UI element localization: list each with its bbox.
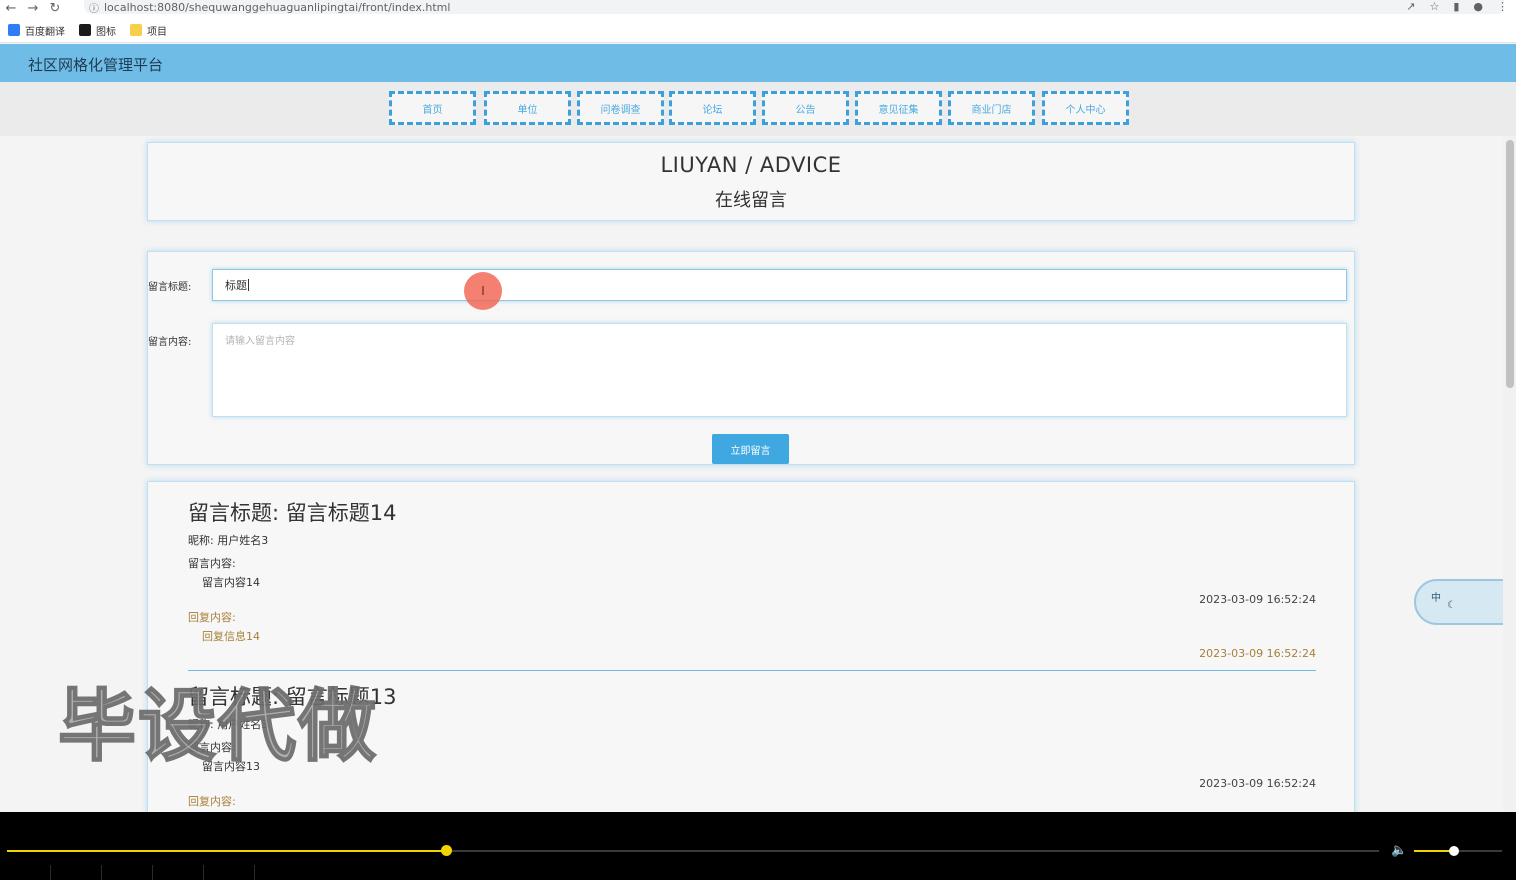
title-input[interactable]: 标题: [212, 269, 1347, 301]
reply-label: 回复内容:: [188, 611, 236, 624]
folder-icon: [130, 24, 142, 36]
volume-slider[interactable]: [1414, 846, 1502, 856]
scroll-thumb[interactable]: [1506, 140, 1514, 388]
menu-icon[interactable]: ⋮: [1497, 0, 1508, 13]
reply-date: 2023-03-09 16:52:24: [1199, 647, 1316, 660]
main-nav: 首页 单位 问卷调查 论坛 公告 意见征集 商业门店 个人中心: [0, 82, 1516, 136]
seek-bar[interactable]: [7, 845, 1379, 856]
seek-handle[interactable]: [441, 845, 453, 856]
cursor-highlight: I: [464, 272, 502, 310]
submit-button[interactable]: 立即留言: [712, 434, 789, 464]
nav-home[interactable]: 首页: [389, 91, 476, 125]
player-control[interactable]: [204, 865, 255, 880]
title-input-value: 标题: [225, 279, 247, 292]
volume-handle[interactable]: [1448, 846, 1459, 856]
player-control[interactable]: [51, 865, 102, 880]
content-label: 留言内容:: [148, 337, 192, 348]
nav-survey[interactable]: 问卷调查: [577, 91, 664, 125]
site-header: 社区网格化管理平台: [0, 44, 1516, 82]
page-scrollbar[interactable]: [1503, 136, 1516, 812]
video-player-bar: 🔈: [0, 812, 1516, 880]
volume-level: [1414, 850, 1454, 852]
info-icon[interactable]: ⓘ: [84, 0, 104, 15]
translate-icon: [8, 24, 20, 36]
page-title-en: LIUYAN / ADVICE: [660, 153, 842, 177]
page-title-cn: 在线留言: [715, 190, 787, 211]
seek-progress: [7, 850, 447, 852]
message-date: 2023-03-09 16:52:24: [1199, 593, 1316, 606]
message-date: 2023-03-09 16:52:24: [1199, 777, 1316, 790]
nav-unit[interactable]: 单位: [484, 91, 571, 125]
bookmark-label: 项目: [147, 26, 167, 38]
message-content: 留言内容14: [202, 576, 260, 589]
player-control[interactable]: [102, 865, 153, 880]
sidepanel-icon[interactable]: ▮: [1453, 0, 1459, 13]
nav-forum[interactable]: 论坛: [669, 91, 756, 125]
ime-widget[interactable]: 中 ☾: [1414, 579, 1516, 625]
ime-mode-label: 中: [1431, 593, 1441, 604]
nav-opinion[interactable]: 意见征集: [855, 91, 942, 125]
message-title: 留言标题: 留言标题14: [188, 501, 397, 525]
image-icon: [79, 24, 91, 36]
title-label: 留言标题:: [148, 282, 192, 293]
bookmark-label: 图标: [96, 26, 116, 38]
reload-icon[interactable]: ↻: [44, 2, 66, 15]
nav-profile[interactable]: 个人中心: [1042, 91, 1129, 125]
browser-toolbar: ← → ↻ ⓘ localhost:8080/shequwanggehuagua…: [0, 0, 1516, 18]
back-icon[interactable]: ←: [0, 2, 22, 15]
bookmark-item[interactable]: 项目: [130, 23, 167, 38]
bookmark-item[interactable]: 图标: [79, 23, 116, 38]
moon-icon: ☾: [1447, 600, 1456, 611]
reply-label: 回复内容:: [188, 795, 236, 808]
nav-shop[interactable]: 商业门店: [948, 91, 1035, 125]
nav-notice[interactable]: 公告: [762, 91, 849, 125]
watermark: 毕设代做: [57, 681, 379, 773]
reply-content: 回复信息14: [202, 630, 260, 643]
address-bar[interactable]: ⓘ localhost:8080/shequwanggehuaguanlipin…: [84, 0, 1504, 15]
bookmark-label: 百度翻译: [25, 26, 65, 38]
share-icon[interactable]: ↗: [1406, 0, 1415, 13]
volume-icon[interactable]: 🔈: [1391, 843, 1407, 858]
player-control[interactable]: [153, 865, 204, 880]
player-control[interactable]: [0, 865, 51, 880]
content-textarea[interactable]: 请输入留言内容: [212, 323, 1347, 417]
url-text: localhost:8080/shequwanggehuaguanlipingt…: [104, 0, 451, 14]
bookmarks-bar: 百度翻译 图标 项目: [0, 18, 1516, 43]
player-controls: [0, 865, 1516, 880]
message-content-label: 留言内容:: [188, 557, 236, 570]
list-item: 留言标题: 留言标题14 昵称: 用户姓名3 留言内容: 留言内容14 2023…: [188, 497, 1316, 672]
forward-icon[interactable]: →: [22, 2, 44, 15]
message-nickname: 昵称: 用户姓名3: [188, 534, 269, 547]
profile-icon[interactable]: ●: [1473, 0, 1483, 13]
page-title-card: LIUYAN / ADVICE 在线留言: [147, 142, 1355, 221]
site-title: 社区网格化管理平台: [28, 56, 164, 74]
bookmark-item[interactable]: 百度翻译: [8, 23, 65, 38]
star-icon[interactable]: ☆: [1429, 0, 1439, 13]
message-form: 留言标题: 标题 I 留言内容: 请输入留言内容 立即留言: [147, 251, 1355, 465]
